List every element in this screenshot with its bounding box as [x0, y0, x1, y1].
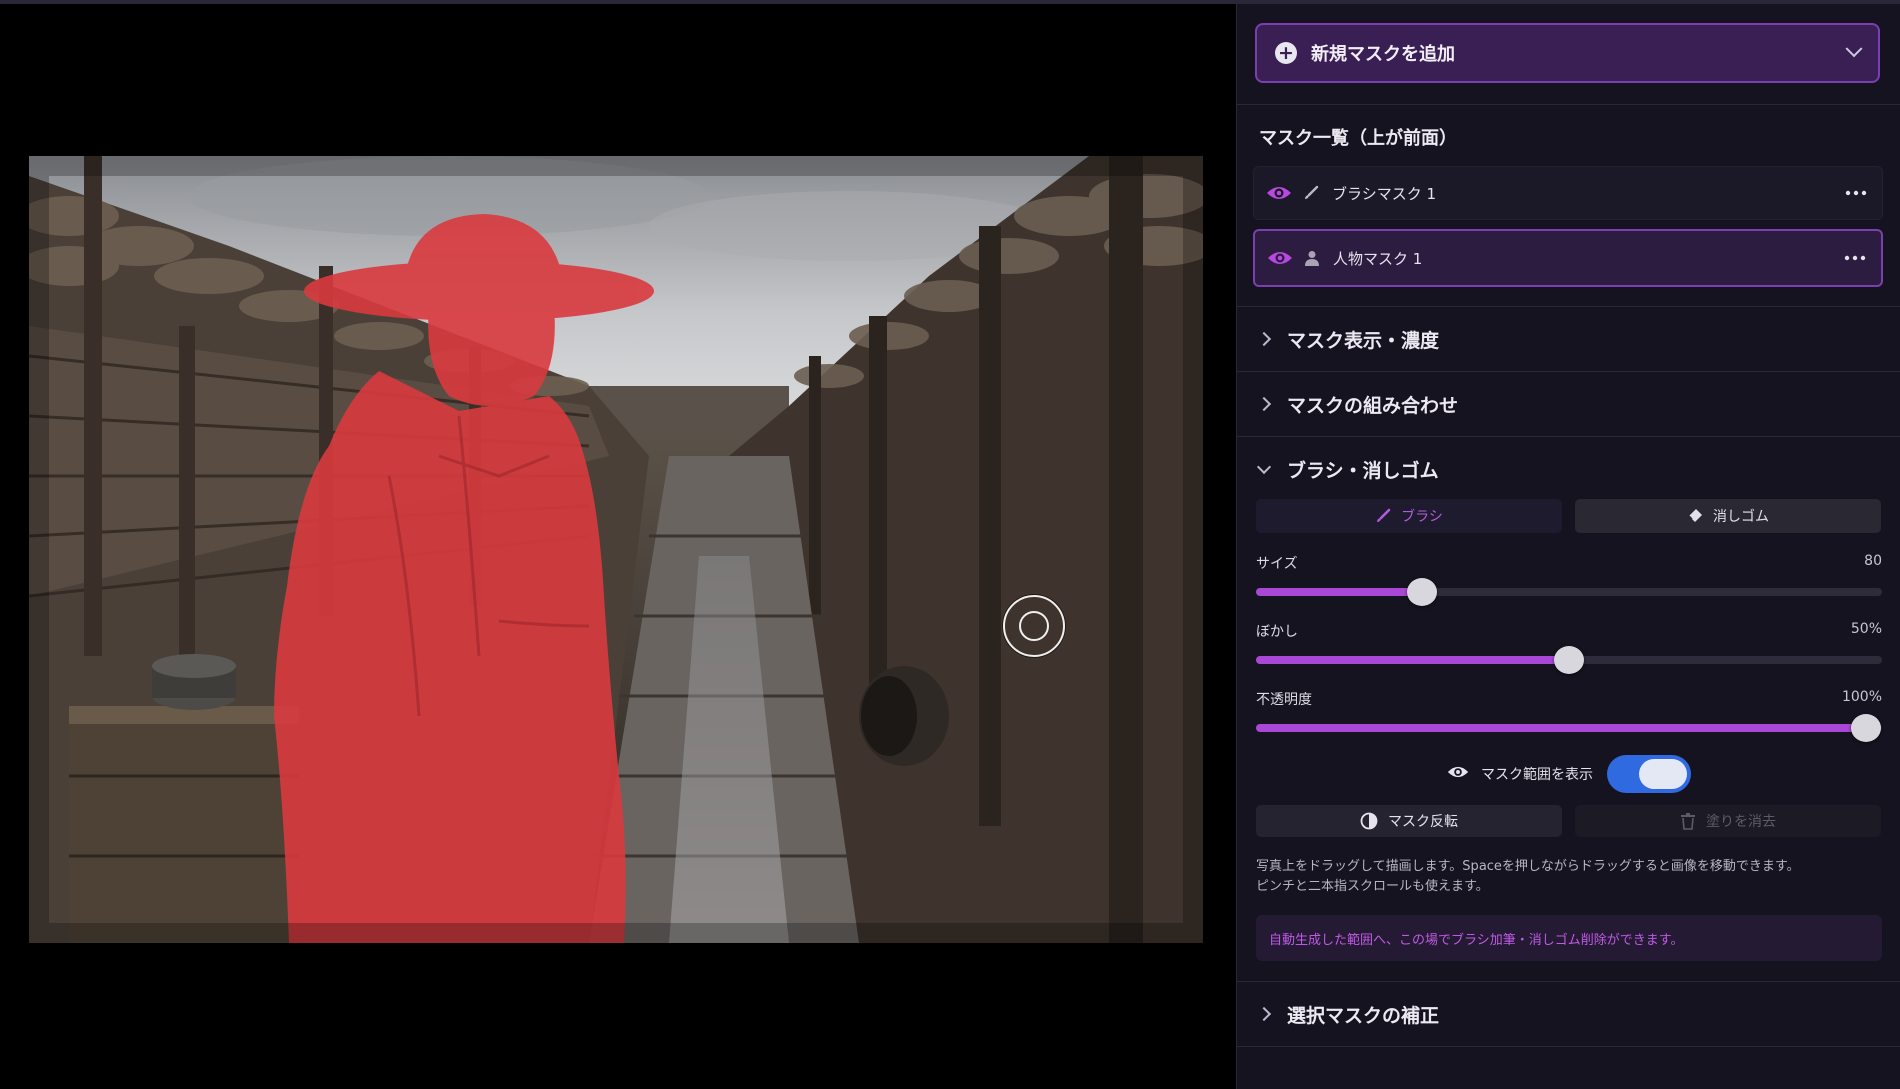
brush-tool-tab[interactable]: ブラシ — [1256, 499, 1562, 533]
help-text: 写真上をドラッグして描画します。Spaceを押しながらドラッグすると画像を移動で… — [1256, 857, 1886, 897]
opacity-slider[interactable] — [1256, 714, 1882, 742]
toggle-knob — [1639, 759, 1687, 789]
help-line-2: ピンチと二本指スクロールも使えます。 — [1256, 879, 1489, 894]
more-options-icon[interactable] — [1842, 183, 1870, 203]
trash-icon — [1680, 812, 1696, 830]
size-slider[interactable] — [1256, 578, 1882, 606]
opacity-slider-thumb[interactable] — [1851, 714, 1882, 742]
tip-box: 自動生成した範囲へ、この場でブラシ加筆・消しゴム削除ができます。 — [1256, 915, 1882, 961]
divider — [1237, 306, 1900, 307]
help-line-1: 写真上をドラッグして描画します。Spaceを押しながらドラッグすると画像を移動で… — [1256, 859, 1800, 874]
contrast-icon — [1360, 812, 1378, 830]
more-options-icon[interactable] — [1841, 248, 1869, 268]
section-mask-combine[interactable]: マスクの組み合わせ — [1237, 374, 1900, 434]
size-value: 80 — [1864, 553, 1882, 569]
divider — [1237, 436, 1900, 437]
mask-name: ブラシマスク 1 — [1332, 184, 1437, 203]
brush-cursor — [1003, 595, 1065, 657]
blur-label: ぼかし — [1256, 624, 1298, 640]
section-label: マスク表示・濃度 — [1287, 329, 1440, 352]
section-label: マスクの組み合わせ — [1287, 394, 1459, 417]
chevron-right-icon — [1256, 1006, 1272, 1022]
eraser-tool-tab[interactable]: 消しゴム — [1575, 499, 1881, 533]
eye-icon[interactable] — [1266, 184, 1292, 202]
mask-panel: + 新規マスクを追加 マスク一覧（上が前面） ブラシマスク 1 人物マスク 1 — [1236, 4, 1900, 1089]
section-mask-display[interactable]: マスク表示・濃度 — [1237, 309, 1900, 369]
clear-paint-button[interactable]: 塗りを消去 — [1575, 805, 1881, 837]
eye-icon — [1447, 764, 1469, 784]
mask-name: 人物マスク 1 — [1333, 249, 1423, 268]
blur-slider-fill — [1256, 656, 1569, 664]
size-label: サイズ — [1256, 556, 1298, 572]
mask-list-title: マスク一覧（上が前面） — [1259, 128, 1457, 149]
divider — [1237, 1046, 1900, 1047]
size-slider-fill — [1256, 588, 1422, 596]
opacity-slider-fill — [1256, 724, 1867, 732]
person-icon — [1303, 249, 1321, 267]
eraser-icon — [1687, 508, 1703, 524]
divider — [1237, 104, 1900, 105]
section-label: ブラシ・消しゴム — [1287, 459, 1439, 482]
invert-mask-button[interactable]: マスク反転 — [1256, 805, 1562, 837]
opacity-value: 100% — [1841, 689, 1882, 705]
blur-slider[interactable] — [1256, 646, 1882, 674]
invert-mask-label: マスク反転 — [1388, 814, 1458, 830]
blur-value: 50% — [1850, 621, 1882, 637]
opacity-label: 不透明度 — [1256, 692, 1312, 708]
plus-circle-icon: + — [1275, 42, 1297, 64]
add-mask-label: 新規マスクを追加 — [1311, 44, 1455, 65]
brush-icon — [1302, 184, 1320, 202]
clear-paint-label: 塗りを消去 — [1706, 814, 1776, 830]
brush-icon — [1375, 508, 1391, 524]
chevron-right-icon — [1256, 331, 1272, 347]
show-mask-range-toggle[interactable] — [1607, 755, 1691, 793]
section-label: 選択マスクの補正 — [1287, 1004, 1440, 1027]
chevron-right-icon — [1256, 396, 1272, 412]
tip-text: 自動生成した範囲へ、この場でブラシ加筆・消しゴム削除ができます。 — [1269, 932, 1684, 948]
eraser-tool-label: 消しゴム — [1713, 509, 1769, 525]
chevron-down-icon — [1845, 40, 1863, 58]
eye-icon[interactable] — [1267, 249, 1293, 267]
blur-slider-thumb[interactable] — [1554, 646, 1584, 674]
add-mask-dropdown[interactable]: + 新規マスクを追加 — [1255, 23, 1880, 83]
size-slider-thumb[interactable] — [1406, 578, 1437, 606]
section-refine-mask[interactable]: 選択マスクの補正 — [1237, 984, 1900, 1044]
mask-item-brush-1[interactable]: ブラシマスク 1 — [1253, 166, 1883, 220]
mask-item-person-1[interactable]: 人物マスク 1 — [1253, 229, 1883, 287]
trench-photo — [29, 156, 1203, 943]
chevron-down-icon — [1256, 459, 1272, 475]
divider — [1237, 981, 1900, 982]
show-mask-range-row: マスク範囲を表示 — [1237, 755, 1900, 793]
brush-tool-label: ブラシ — [1401, 509, 1443, 525]
show-mask-range-label: マスク範囲を表示 — [1481, 767, 1593, 783]
section-brush-eraser[interactable]: ブラシ・消しゴム — [1237, 439, 1900, 499]
divider — [1237, 371, 1900, 372]
photo-canvas[interactable] — [29, 156, 1203, 943]
canvas-area[interactable] — [0, 4, 1236, 1089]
